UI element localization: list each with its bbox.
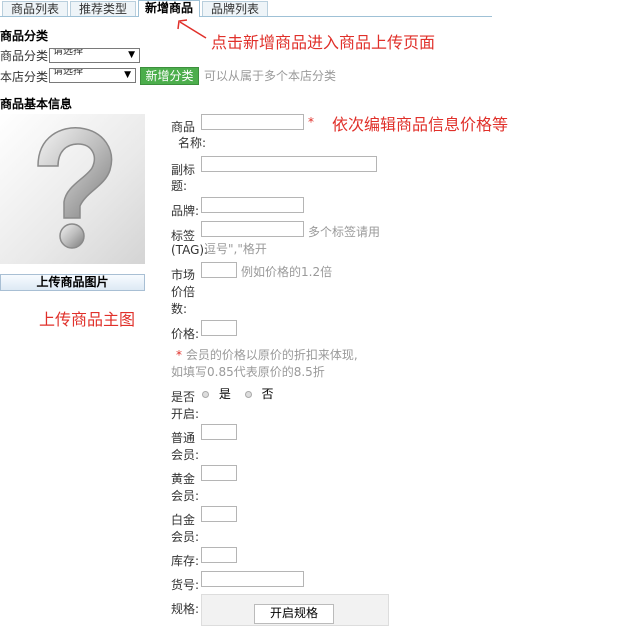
sku-input[interactable] xyxy=(201,571,304,587)
normal-member-input[interactable] xyxy=(201,424,237,440)
stock-label: 库存: xyxy=(171,554,200,568)
platinum-label-line1: 白金 xyxy=(171,513,196,527)
tab-product-list[interactable]: 商品列表 xyxy=(2,1,68,16)
upload-image-button[interactable]: 上传商品图片 xyxy=(0,274,145,291)
member-note-line1: * 会员的价格以原价的折扣来体现, xyxy=(176,346,358,363)
tab-bar: 商品列表 推荐类型 新增商品 品牌列表 xyxy=(0,0,492,17)
radio-yes[interactable] xyxy=(202,391,209,398)
chevron-down-icon: ▼ xyxy=(124,70,131,80)
radio-no[interactable] xyxy=(244,391,252,398)
tab-brand-list[interactable]: 品牌列表 xyxy=(202,1,268,16)
subtitle-label-line2: 题: xyxy=(171,179,188,193)
normal-label-line2: 会员: xyxy=(171,448,200,462)
spec-label: 规格: xyxy=(171,602,200,616)
enable-label-line2: 开启: xyxy=(171,407,200,421)
product-category-select[interactable]: 请选择 ▼ xyxy=(49,48,140,63)
tag-input[interactable] xyxy=(201,221,304,237)
tag-label-line1: 标签 xyxy=(171,229,196,243)
market-label-line1: 市场 xyxy=(171,268,196,282)
enable-no-label: 否 xyxy=(261,387,274,401)
tab-recommend-type[interactable]: 推荐类型 xyxy=(70,1,136,16)
name-input[interactable] xyxy=(201,114,304,130)
name-label-line1: 商品 xyxy=(171,120,196,134)
gold-label-line2: 会员: xyxy=(171,489,200,503)
tag-hint-line1: 多个标签请用 xyxy=(308,225,381,239)
required-mark: * xyxy=(308,115,314,129)
product-category-value: 请选择 xyxy=(53,48,83,57)
category-hint: 可以从属于多个本店分类 xyxy=(204,69,337,83)
sku-label: 货号: xyxy=(171,578,200,592)
subtitle-label-line1: 副标 xyxy=(171,163,196,177)
market-hint: 例如价格的1.2倍 xyxy=(241,265,333,279)
chevron-down-icon: ▼ xyxy=(128,50,135,60)
gold-member-input[interactable] xyxy=(201,465,237,481)
gold-label-line1: 黄金 xyxy=(171,472,196,486)
annotation-image-note: 上传商品主图 xyxy=(39,310,136,329)
member-note-line2: 如填写0.85代表原价的8.5折 xyxy=(171,365,325,379)
enable-spec-button[interactable]: 开启规格 xyxy=(254,604,334,624)
stock-input[interactable] xyxy=(201,547,237,563)
arrow-icon xyxy=(177,19,207,39)
market-label-line2: 价倍 xyxy=(171,285,196,299)
product-category-label: 商品分类: xyxy=(0,49,53,63)
shop-category-value: 请选择 xyxy=(53,68,83,77)
question-mark-icon xyxy=(37,127,113,249)
brand-input[interactable] xyxy=(201,197,304,213)
platinum-member-input[interactable] xyxy=(201,506,237,522)
market-label-line3: 数: xyxy=(171,302,188,316)
shop-category-label: 本店分类: xyxy=(0,70,53,84)
annotation-edit-note: 依次编辑商品信息价格等 xyxy=(332,115,509,134)
tab-add-product[interactable]: 新增商品 xyxy=(138,0,200,17)
member-note-star: * xyxy=(176,348,182,362)
section-title-category: 商品分类 xyxy=(0,29,49,43)
enable-radio-group: 是 否 xyxy=(202,385,274,402)
product-image-placeholder xyxy=(0,114,145,264)
normal-label-line1: 普通 xyxy=(171,431,196,445)
tag-label-line2: (TAG): xyxy=(171,243,209,257)
name-label-line2: 名称: xyxy=(178,136,207,150)
add-category-button[interactable]: 新增分类 xyxy=(140,67,199,85)
platinum-label-line2: 会员: xyxy=(171,530,200,544)
member-note-text: 会员的价格以原价的折扣来体现, xyxy=(185,348,358,362)
annotation-tab-note: 点击新增商品进入商品上传页面 xyxy=(211,33,436,52)
price-input[interactable] xyxy=(201,320,237,336)
price-label: 价格: xyxy=(171,327,200,341)
subtitle-input[interactable] xyxy=(201,156,377,172)
tag-hint-line2: 逗号","格开 xyxy=(204,242,267,256)
shop-category-select[interactable]: 请选择 ▼ xyxy=(49,68,136,83)
section-title-basic-info: 商品基本信息 xyxy=(0,97,73,111)
enable-yes-label: 是 xyxy=(218,387,231,401)
market-multiplier-input[interactable] xyxy=(201,262,237,278)
enable-label-line1: 是否 xyxy=(171,390,196,404)
brand-label: 品牌: xyxy=(171,204,200,218)
